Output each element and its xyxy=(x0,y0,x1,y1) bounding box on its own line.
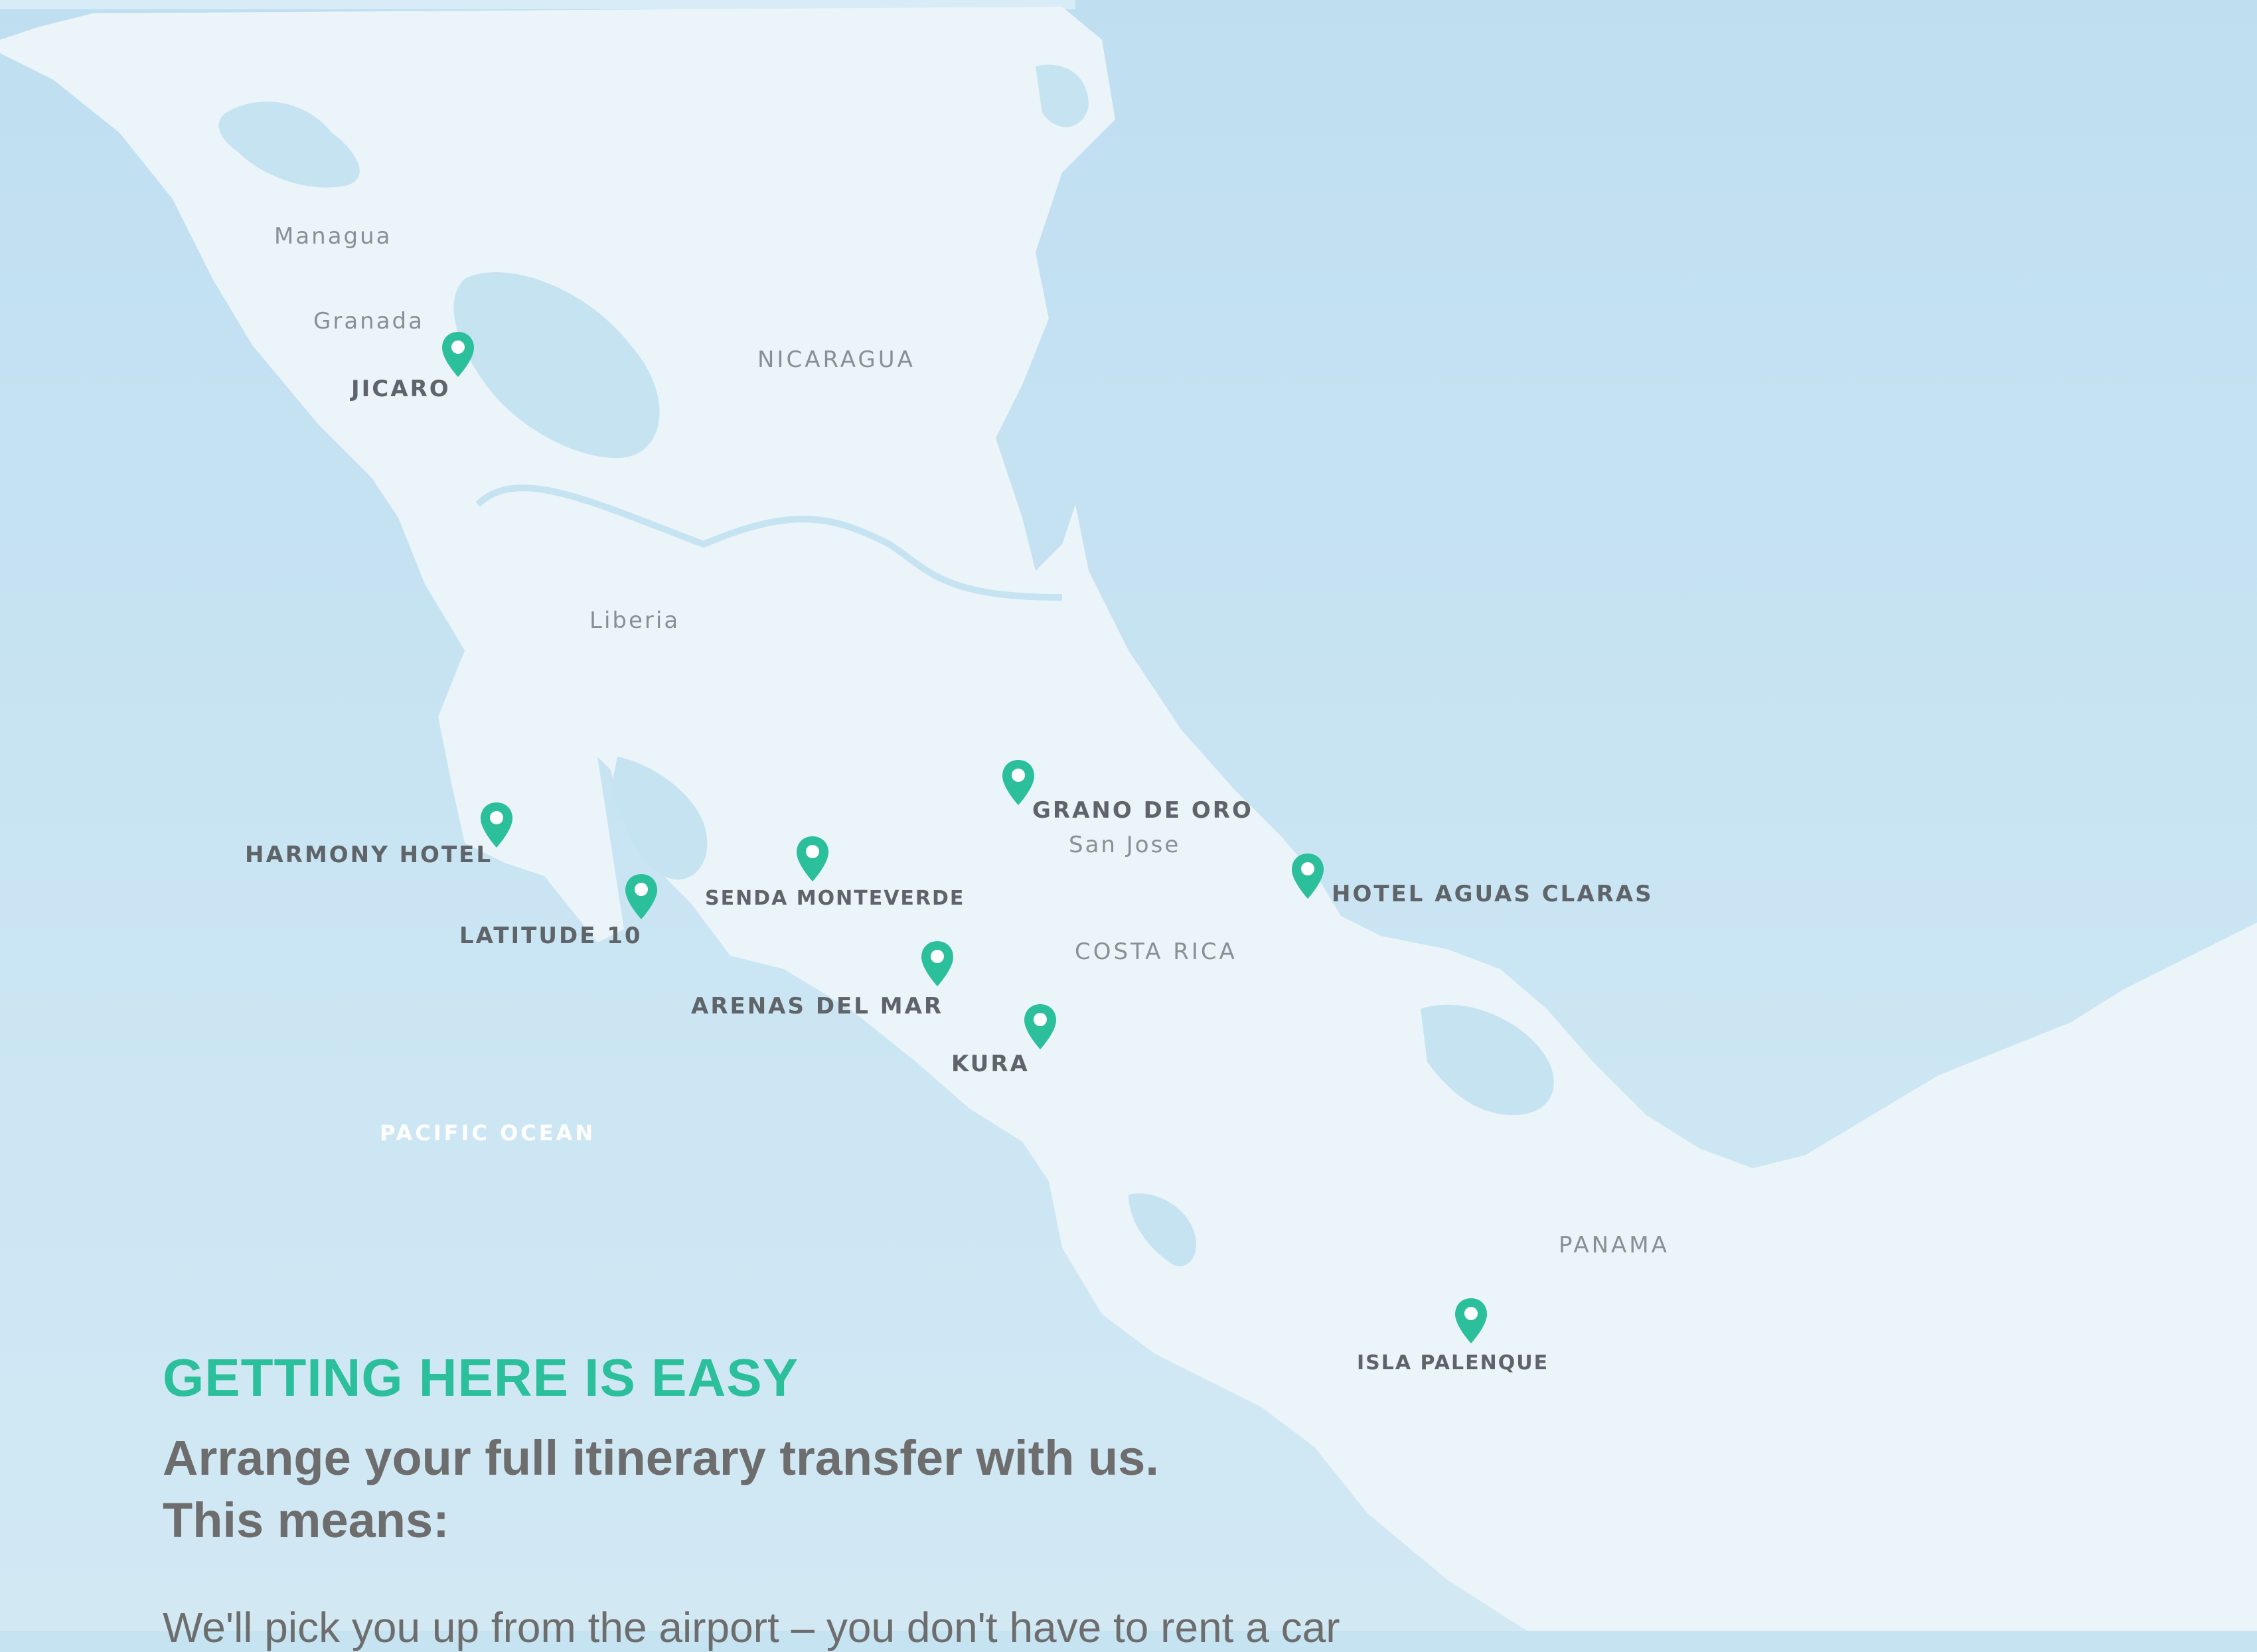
hotel-label-grano-de-oro[interactable]: GRANO DE ORO xyxy=(1032,797,1253,824)
section-subheading: Arrange your full itinerary transfer wit… xyxy=(163,1427,1159,1552)
ocean-label-pacific: PACIFIC OCEAN xyxy=(380,1120,596,1146)
map-pin-icon[interactable] xyxy=(441,331,475,378)
hotel-label-kura[interactable]: KURA xyxy=(951,1051,1030,1077)
subheading-line-1: Arrange your full itinerary transfer wit… xyxy=(163,1430,1159,1485)
map-pin-icon[interactable] xyxy=(1023,1003,1057,1051)
hotel-label-jicaro[interactable]: JICARO xyxy=(351,376,451,402)
country-label-panama: PANAMA xyxy=(1559,1232,1670,1258)
city-label-managua: Managua xyxy=(274,223,392,250)
hotel-label-senda-monteverde[interactable]: SENDA MONTEVERDE xyxy=(705,887,965,910)
map-pin-icon[interactable] xyxy=(795,835,830,883)
hotel-label-isla-palenque[interactable]: ISLA PALENQUE xyxy=(1357,1351,1549,1375)
map-pin-icon[interactable] xyxy=(920,940,955,988)
city-label-liberia: Liberia xyxy=(589,607,680,634)
map-pin-icon[interactable] xyxy=(1454,1297,1488,1345)
intro-section: GETTING HERE IS EASY Arrange your full i… xyxy=(163,1347,1159,1552)
section-heading: GETTING HERE IS EASY xyxy=(163,1348,799,1407)
hotel-label-harmony-hotel[interactable]: HARMONY HOTEL xyxy=(245,842,493,868)
map-pin-icon[interactable] xyxy=(624,873,659,921)
hotel-label-latitude-10[interactable]: LATITUDE 10 xyxy=(459,923,643,949)
city-label-granada: Granada xyxy=(313,308,424,335)
country-label-nicaragua: NICARAGUA xyxy=(757,346,915,373)
map-pin-icon[interactable] xyxy=(1001,759,1036,806)
country-label-costa-rica: COSTA RICA xyxy=(1075,939,1237,965)
hotel-label-arenas-del-mar[interactable]: ARENAS DEL MAR xyxy=(691,993,943,1019)
hotel-label-hotel-aguas-claras[interactable]: HOTEL AGUAS CLARAS xyxy=(1332,881,1654,907)
subheading-line-2: This means: xyxy=(163,1493,449,1548)
city-label-san-jose: San Jose xyxy=(1069,832,1181,858)
map-pin-icon[interactable] xyxy=(1290,852,1325,900)
body-text: We'll pick you up from the airport – you… xyxy=(163,1604,1340,1651)
